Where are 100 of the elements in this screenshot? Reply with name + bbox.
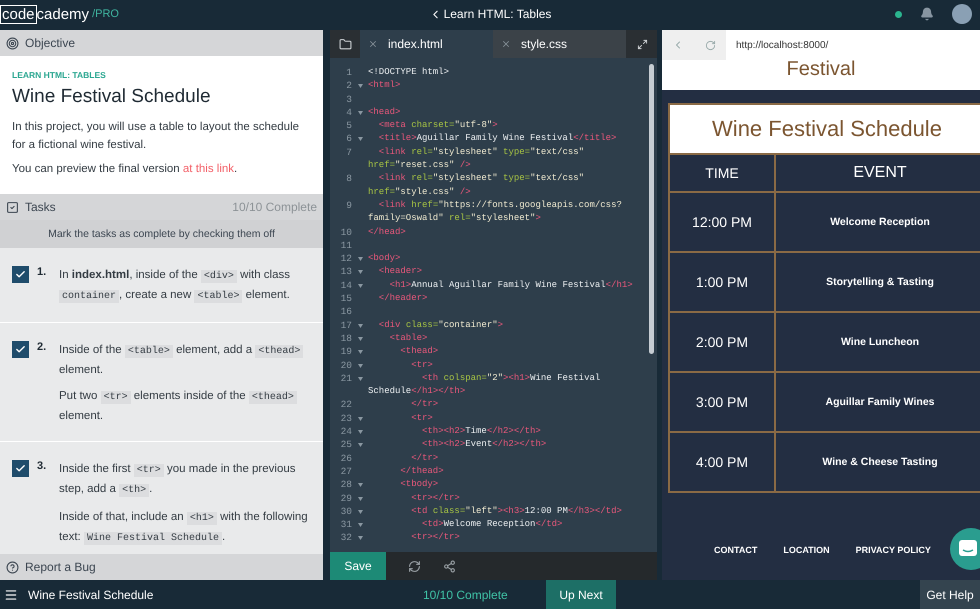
reload-icon[interactable]	[704, 40, 716, 50]
line-number: 29	[340, 492, 352, 505]
table-cell: Wine & Cheese Tasting	[776, 431, 980, 491]
fold-arrow-icon[interactable]	[358, 376, 363, 381]
code-line: </header>	[378, 292, 428, 306]
fold-arrow-icon[interactable]	[358, 523, 363, 528]
fold-arrow-icon[interactable]	[358, 536, 363, 540]
footer-link[interactable]: LOCATION	[783, 545, 830, 555]
get-help-button[interactable]: Get Help	[920, 580, 980, 609]
line-number: 26	[340, 452, 352, 465]
code-line: Schedule</h1></th>	[368, 385, 466, 398]
code-line: <meta charset="utf-8">	[378, 119, 499, 132]
course-label: LEARN HTML: TABLES	[12, 70, 107, 80]
bell-icon[interactable]	[920, 7, 934, 21]
task-number: 1.	[37, 266, 48, 280]
line-number: 7	[345, 146, 352, 160]
column-header: EVENT	[776, 153, 980, 191]
fold-arrow-icon[interactable]	[358, 430, 363, 434]
line-number: 21	[340, 372, 352, 386]
footer-link[interactable]: PRIVACY POLICY	[856, 545, 931, 555]
table-cell: Welcome Reception	[776, 191, 980, 251]
target-icon	[6, 36, 19, 50]
code-line: <link rel="stylesheet" type="text/css"	[378, 172, 586, 186]
code-line: <link href="https://fonts.googleapis.com/css?	[378, 198, 623, 212]
menu-icon[interactable]	[4, 588, 18, 602]
line-number: 2	[345, 79, 352, 93]
task-checkbox[interactable]	[12, 460, 29, 477]
logo-boxed-text: code	[0, 4, 37, 24]
file-tab[interactable]: style.css	[493, 30, 626, 58]
scrollbar[interactable]	[649, 64, 654, 354]
line-number: 32	[340, 531, 352, 545]
table-cell: 12:00 PM	[670, 191, 776, 251]
report-bug-bar[interactable]: Report a Bug	[0, 554, 323, 580]
fold-arrow-icon[interactable]	[358, 350, 363, 354]
code-line: </tr>	[410, 398, 440, 412]
fold-arrow-icon[interactable]	[358, 137, 363, 142]
fold-arrow-icon[interactable]	[358, 336, 363, 341]
code-line: </thead>	[399, 464, 445, 478]
line-number: 3	[345, 92, 352, 106]
close-icon[interactable]	[368, 39, 378, 49]
line-number: 8	[345, 172, 352, 186]
chat-icon[interactable]	[950, 528, 980, 570]
fold-arrow-icon[interactable]	[358, 364, 363, 368]
code-line: <html>	[368, 79, 402, 92]
line-number: 27	[340, 464, 352, 478]
fold-arrow-icon[interactable]	[358, 110, 363, 115]
fold-arrow-icon[interactable]	[358, 284, 363, 288]
task-text: Inside the first <tr> you made in the previous step, add a <th> .	[59, 462, 297, 499]
line-number: 24	[340, 425, 352, 438]
tasks-hint: Mark the tasks as complete by checking them off	[0, 220, 323, 248]
code-line: <tbody>	[399, 478, 440, 492]
code-line: <th><h2>Time</h2></th>	[421, 425, 542, 438]
fold-arrow-icon[interactable]	[358, 443, 363, 448]
line-number: 23	[340, 412, 352, 426]
table-cell: 1:00 PM	[670, 251, 776, 311]
task-checkbox[interactable]	[12, 266, 29, 283]
table-cell: 3:00 PM	[670, 371, 776, 431]
close-icon[interactable]	[501, 39, 511, 49]
fold-arrow-icon[interactable]	[358, 510, 363, 514]
share-icon[interactable]	[443, 560, 456, 572]
code-line: family=Oswald" rel="stylesheet">	[368, 212, 542, 226]
url-field[interactable]: http://localhost:8000/	[736, 40, 828, 50]
fold-arrow-icon[interactable]	[358, 84, 363, 88]
line-number: 31	[340, 518, 352, 532]
code-line: <tr>	[410, 412, 434, 425]
avatar[interactable]	[952, 4, 972, 24]
save-button[interactable]: Save	[330, 552, 386, 580]
code-line: <tr></tr>	[410, 531, 461, 544]
help-icon	[6, 560, 19, 574]
checkmark-icon	[15, 344, 26, 355]
line-number: 12	[340, 252, 352, 266]
code-line: <head>	[368, 106, 402, 119]
fold-arrow-icon[interactable]	[358, 324, 363, 328]
checkmark-icon	[15, 463, 26, 474]
code-line: <tr>	[410, 358, 434, 372]
objective-title: Objective	[25, 36, 76, 50]
up-next-button[interactable]: Up Next	[546, 580, 616, 609]
fold-arrow-icon[interactable]	[358, 270, 363, 274]
preview-text: You can preview the final version at this link.	[12, 162, 238, 177]
code-line: <title>Aguillar Family Wine Festival</title>	[378, 132, 618, 146]
line-number: 18	[340, 332, 352, 346]
fold-arrow-icon[interactable]	[358, 257, 363, 262]
file-tab[interactable]: index.html	[360, 30, 493, 58]
code-line: <link rel="stylesheet" type="text/css"	[378, 146, 586, 159]
task-checkbox[interactable]	[12, 341, 29, 358]
lesson-link[interactable]: Learn HTML: Tables	[428, 7, 552, 21]
fold-arrow-icon[interactable]	[358, 496, 363, 500]
fold-arrow-icon[interactable]	[358, 483, 363, 488]
table-cell: 4:00 PM	[670, 431, 776, 491]
line-number: 19	[340, 345, 352, 359]
status-dot	[895, 10, 902, 18]
line-number: 11	[340, 238, 352, 252]
line-number: 15	[340, 292, 352, 306]
code-line: href="style.css" />	[368, 186, 472, 199]
fold-arrow-icon[interactable]	[358, 416, 363, 421]
refresh-icon[interactable]	[408, 560, 421, 572]
project-title: Wine Festival Schedule	[12, 86, 212, 108]
footer-link[interactable]: CONTACT	[714, 545, 758, 555]
line-number: 6	[345, 132, 352, 146]
code-line: <body>	[368, 252, 402, 266]
